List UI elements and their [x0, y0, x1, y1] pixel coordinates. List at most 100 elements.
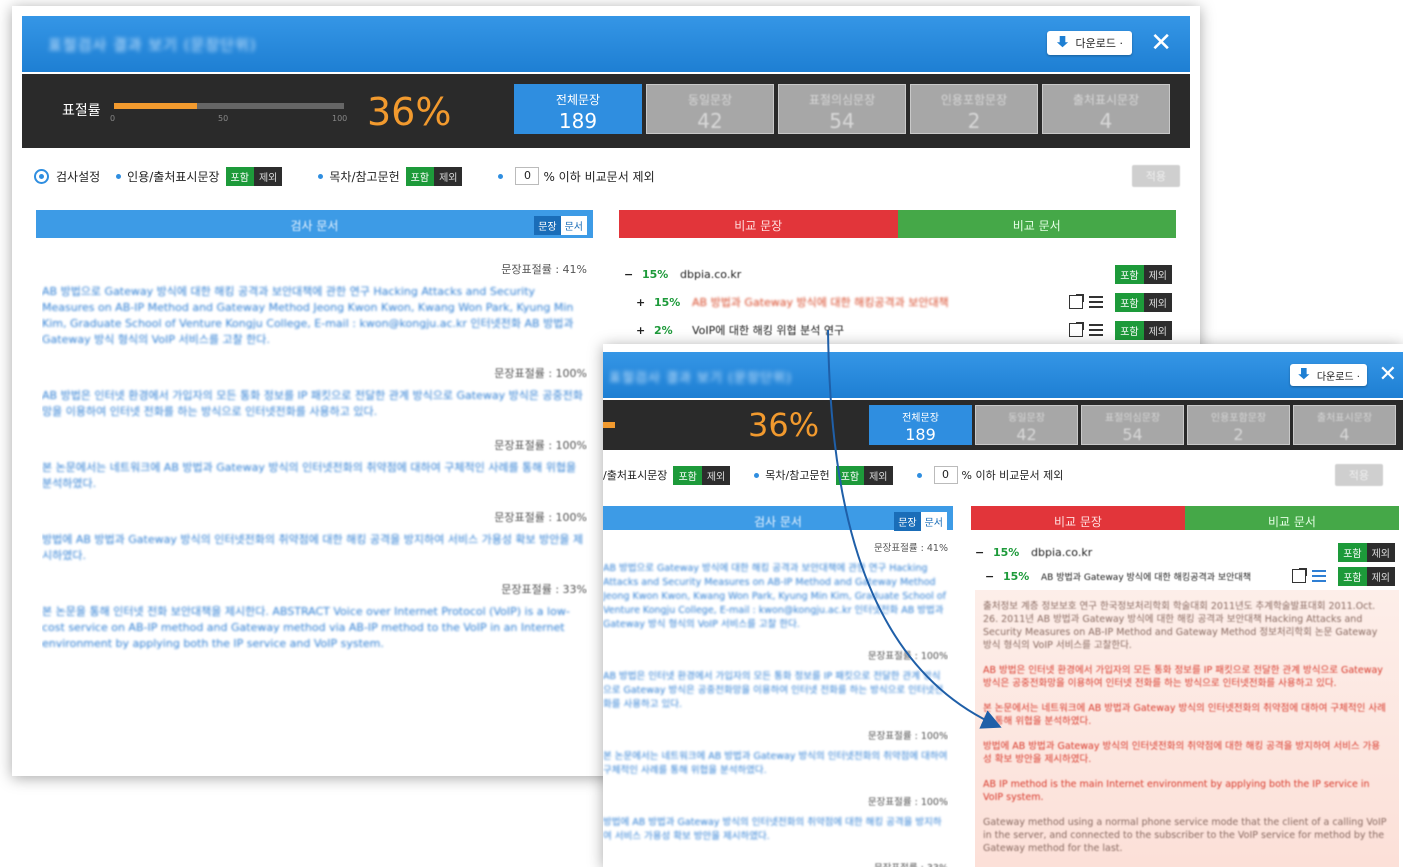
view-toggle[interactable]: 문장 문서: [534, 216, 587, 235]
compare-paragraph[interactable]: 본 논문에서는 네트워크에 AB 방법과 Gateway 방식의 인터넷전화의 …: [983, 702, 1388, 728]
collapse-toggle[interactable]: −: [975, 546, 993, 559]
tab-compare-sentence[interactable]: 비교 문장: [971, 506, 1185, 530]
toggle-sentence[interactable]: 문장: [534, 216, 561, 235]
citation-toggle[interactable]: 포함 제외: [225, 166, 283, 186]
close-button[interactable]: ✕: [1150, 30, 1172, 56]
open-external-icon[interactable]: [1069, 322, 1085, 337]
include-toggle[interactable]: 포함 제외: [1115, 292, 1172, 312]
list-icon[interactable]: [1312, 570, 1327, 582]
tab-all-sentences[interactable]: 전체문장 189: [869, 405, 972, 445]
download-button[interactable]: 다운로드 ·: [1289, 364, 1367, 386]
tab-compare-document[interactable]: 비교 문서: [1185, 506, 1399, 530]
sentence-tabs: 전체문장 189 동일문장 42 표절의심문장 54 인용포함문장 2 출처표시문장 4: [869, 405, 1396, 445]
include-toggle[interactable]: 포함 제외: [1115, 264, 1172, 284]
download-button[interactable]: 다운로드 ·: [1046, 31, 1132, 55]
toggle-exclude[interactable]: 제외: [434, 166, 463, 186]
toggle-exclude[interactable]: 제외: [1143, 320, 1172, 340]
compare-paragraph[interactable]: Gateway method using a normal phone serv…: [983, 816, 1388, 855]
source-name[interactable]: AB 방법과 Gateway 방식에 대한 해킹공격과 보안대책: [692, 294, 1069, 310]
tab-count: 54: [829, 109, 855, 133]
expand-toggle[interactable]: +: [624, 296, 654, 309]
title-bar: 표절검사 결과 보기 (문장단위) 다운로드 · ✕: [603, 352, 1403, 398]
toggle-include[interactable]: 포함: [835, 465, 865, 485]
toggle-exclude[interactable]: 제외: [1143, 292, 1172, 312]
sentence-text[interactable]: AB 방법은 인터넷 환경에서 가입자의 모든 통화 정보를 IP 패킷으로 전…: [603, 670, 948, 712]
compare-row[interactable]: − 15% dbpia.co.kr 포함 제외: [624, 260, 1172, 288]
tab-source-marked[interactable]: 출처표시문장 4: [1293, 405, 1396, 445]
compare-paragraph[interactable]: AB IP method is the main Internet enviro…: [983, 778, 1388, 804]
compare-paragraph[interactable]: 방법에 AB 방법과 Gateway 방식의 인터넷전화의 취약점에 대한 해킹…: [983, 740, 1388, 766]
apply-button[interactable]: 적용: [1131, 165, 1180, 187]
open-external-icon[interactable]: [1292, 568, 1308, 583]
toggle-include[interactable]: 포함: [1338, 542, 1367, 562]
toggle-exclude[interactable]: 제외: [1366, 542, 1395, 562]
tab-compare-sentence[interactable]: 비교 문장: [619, 210, 898, 238]
toggle-exclude[interactable]: 제외: [701, 465, 731, 485]
source-name[interactable]: dbpia.co.kr: [680, 268, 1109, 281]
threshold-input[interactable]: 0: [933, 466, 958, 484]
sentence-text[interactable]: 본 논문을 통해 인터넷 전화 보안대책을 제시한다. ABSTRACT Voi…: [42, 604, 587, 652]
source-name[interactable]: AB 방법과 Gateway 방식에 대한 해킹공격과 보안대책: [1041, 570, 1292, 583]
compare-row[interactable]: − 15% AB 방법과 Gateway 방식에 대한 해킹공격과 보안대책 포…: [975, 564, 1395, 588]
tab-citation[interactable]: 인용포함문장 2: [1187, 405, 1290, 445]
citation-toggle[interactable]: 포함 제외: [673, 465, 731, 485]
threshold-input[interactable]: 0: [515, 167, 540, 185]
compare-row[interactable]: + 15% AB 방법과 Gateway 방식에 대한 해킹공격과 보안대책 포…: [624, 288, 1172, 316]
compare-paragraph[interactable]: AB 방법은 인터넷 환경에서 가입자의 모든 통화 정보를 IP 패킷으로 전…: [983, 664, 1388, 690]
match-percent: 15%: [1003, 569, 1030, 583]
sentence-text[interactable]: 본 논문에서는 네트워크에 AB 방법과 Gateway 방식의 인터넷전화의 …: [42, 460, 587, 492]
sentence-text[interactable]: AB 방법으로 Gateway 방식에 대한 해킹 공격과 보안대책에 관한 연…: [42, 284, 587, 348]
toggle-include[interactable]: 포함: [1115, 292, 1144, 312]
tab-citation[interactable]: 인용포함문장 2: [910, 84, 1038, 134]
expand-toggle[interactable]: +: [624, 324, 654, 337]
tab-label: 전체문장: [902, 413, 939, 424]
sentence-text[interactable]: AB 방법으로 Gateway 방식에 대한 해킹 공격과 보안대책에 관한 연…: [603, 562, 948, 632]
sentence-text[interactable]: AB 방법은 인터넷 환경에서 가입자의 모든 통화 정보를 IP 패킷으로 전…: [42, 388, 587, 420]
tab-suspicious[interactable]: 표절의심문장 54: [1081, 405, 1184, 445]
sentence-text[interactable]: 방법에 AB 방법과 Gateway 방식의 인터넷전화의 취약점에 대한 해킹…: [42, 532, 587, 564]
include-toggle[interactable]: 포함 제외: [1115, 320, 1172, 340]
toggle-include[interactable]: 포함: [1338, 566, 1367, 586]
checked-document-header: 검사 문서 문장 문서: [36, 210, 593, 238]
toggle-include[interactable]: 포함: [673, 465, 702, 485]
toggle-exclude[interactable]: 제외: [1366, 566, 1395, 586]
collapse-toggle[interactable]: −: [975, 570, 1003, 583]
tab-suspicious[interactable]: 표절의심문장 54: [778, 84, 906, 134]
tab-identical[interactable]: 동일문장 42: [646, 84, 774, 134]
close-button[interactable]: ✕: [1379, 362, 1397, 388]
tab-compare-document[interactable]: 비교 문서: [897, 210, 1176, 238]
reference-toggle[interactable]: 포함 제외: [835, 465, 893, 485]
list-icon[interactable]: [1089, 324, 1104, 336]
open-external-icon[interactable]: [1069, 294, 1085, 309]
compare-row[interactable]: + 2% VoIP에 대한 해킹 위협 분석 연구 포함 제외: [624, 316, 1172, 344]
view-toggle[interactable]: 문장 문서: [894, 512, 947, 531]
include-toggle[interactable]: 포함 제외: [1338, 542, 1395, 562]
toggle-document[interactable]: 문서: [920, 512, 947, 531]
toggle-document[interactable]: 문서: [560, 216, 587, 235]
sentence-text[interactable]: 방법에 AB 방법과 Gateway 방식의 인터넷전화의 취약점에 대한 해킹…: [603, 816, 948, 844]
reference-toggle[interactable]: 포함 제외: [405, 166, 463, 186]
toggle-include[interactable]: 포함: [225, 166, 254, 186]
toggle-sentence[interactable]: 문장: [894, 512, 921, 531]
list-icon[interactable]: [1089, 296, 1104, 308]
toggle-exclude[interactable]: 제외: [1143, 264, 1172, 284]
toggle-include[interactable]: 포함: [405, 166, 435, 186]
toggle-exclude[interactable]: 제외: [864, 465, 893, 485]
apply-button[interactable]: 적용: [1334, 464, 1383, 486]
compare-row[interactable]: − 15% dbpia.co.kr 포함 제외: [975, 540, 1395, 564]
collapse-toggle[interactable]: −: [624, 268, 642, 281]
tab-all-sentences[interactable]: 전체문장 189: [514, 84, 642, 134]
tab-source-marked[interactable]: 출처표시문장 4: [1042, 84, 1170, 134]
tab-label: 인용포함문장: [940, 93, 1008, 107]
sentence-text[interactable]: 본 논문에서는 네트워크에 AB 방법과 Gateway 방식의 인터넷전화의 …: [603, 750, 948, 778]
toggle-include[interactable]: 포함: [1115, 320, 1144, 340]
compare-paragraph[interactable]: 출처정보 계층 정보보호 연구 한국정보처리학회 학술대회 2011년도 추계학…: [983, 600, 1388, 652]
bullet-icon: [116, 173, 122, 179]
tab-identical[interactable]: 동일문장 42: [975, 405, 1078, 445]
source-name[interactable]: VoIP에 대한 해킹 위협 분석 연구: [692, 322, 1069, 338]
source-name[interactable]: dbpia.co.kr: [1031, 546, 1332, 559]
include-toggle[interactable]: 포함 제외: [1338, 566, 1395, 586]
toggle-include[interactable]: 포함: [1115, 264, 1144, 284]
settings-radio-icon[interactable]: [34, 168, 49, 184]
toggle-exclude[interactable]: 제외: [253, 166, 283, 186]
